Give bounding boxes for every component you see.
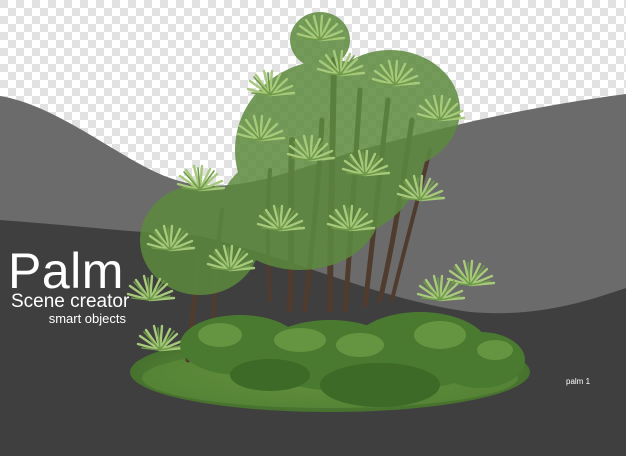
title-block: Palm Scene creator smart objects <box>8 246 129 326</box>
tagline-text: smart objects <box>48 311 126 326</box>
title-text: Palm <box>8 243 124 299</box>
item-label: palm 1 <box>566 377 591 386</box>
subtitle-text: Scene creator <box>11 291 130 312</box>
palm-scene-image <box>0 0 626 456</box>
